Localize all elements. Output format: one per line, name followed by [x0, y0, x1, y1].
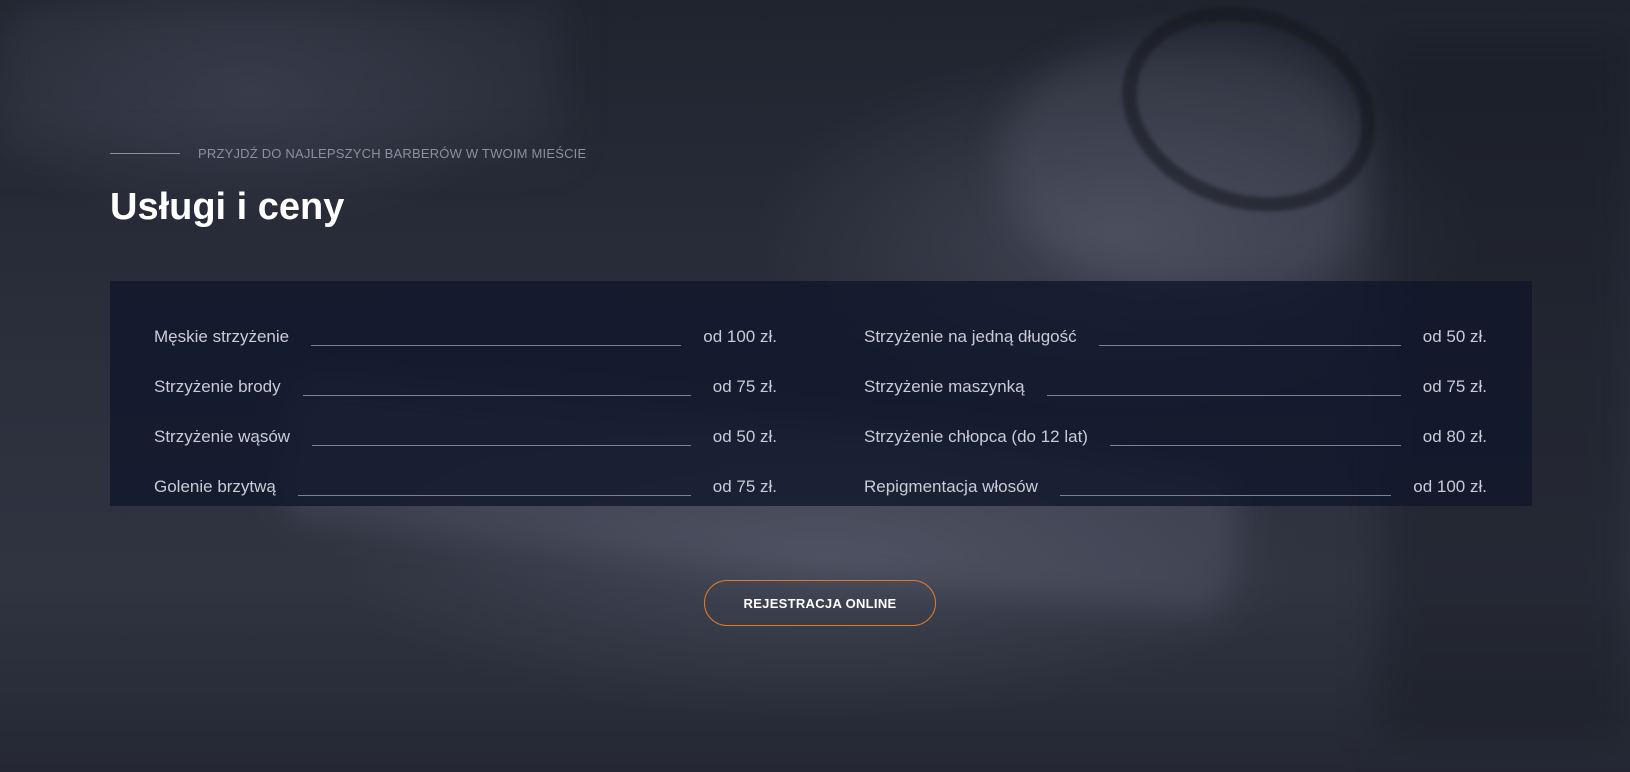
background-hand-shape: [1000, 40, 1360, 290]
service-price: od 80 zł.: [1422, 427, 1487, 446]
leader-line: [302, 395, 691, 396]
price-list-panel: Męskie strzyżenie od 100 zł. Strzyżenie …: [110, 281, 1532, 506]
leader-line: [1098, 345, 1401, 346]
service-name: Strzyżenie maszynką: [864, 377, 1025, 396]
price-column-left: Męskie strzyżenie od 100 zł. Strzyżenie …: [154, 311, 777, 511]
price-column-right: Strzyżenie na jedną długość od 50 zł. St…: [864, 311, 1487, 511]
leader-line: [1046, 395, 1401, 396]
service-name: Golenie brzytwą: [154, 477, 276, 496]
background-bracelet-shape: [1095, 0, 1403, 244]
leader-line: [312, 445, 691, 446]
leader-line: [297, 495, 691, 496]
service-name: Strzyżenie chłopca (do 12 lat): [864, 427, 1088, 446]
service-name: Repigmentacja włosów: [864, 477, 1038, 496]
service-price: od 75 zł.: [712, 377, 777, 396]
price-row: Męskie strzyżenie od 100 zł.: [154, 311, 777, 361]
service-name: Męskie strzyżenie: [154, 327, 290, 346]
section-title: Usługi i ceny: [110, 186, 345, 228]
eyebrow: PRZYJDŹ DO NAJLEPSZYCH BARBERÓW W TWOIM …: [110, 146, 586, 161]
price-row: Strzyżenie chłopca (do 12 lat) od 80 zł.: [864, 411, 1487, 461]
service-name: Strzyżenie brody: [154, 377, 281, 396]
price-row: Strzyżenie maszynką od 75 zł.: [864, 361, 1487, 411]
price-row: Strzyżenie na jedną długość od 50 zł.: [864, 311, 1487, 361]
service-price: od 100 zł.: [703, 327, 777, 346]
service-price: od 50 zł.: [712, 427, 777, 446]
price-row: Strzyżenie brody od 75 zł.: [154, 361, 777, 411]
leader-line: [1059, 495, 1392, 496]
eyebrow-text: PRZYJDŹ DO NAJLEPSZYCH BARBERÓW W TWOIM …: [198, 146, 587, 161]
online-registration-button[interactable]: REJESTRACJA ONLINE: [704, 580, 936, 626]
service-name: Strzyżenie na jedną długość: [864, 327, 1077, 346]
service-price: od 75 zł.: [1422, 377, 1487, 396]
leader-line: [1109, 445, 1401, 446]
price-row: Repigmentacja włosów od 100 zł.: [864, 461, 1487, 511]
services-hero-section: PRZYJDŹ DO NAJLEPSZYCH BARBERÓW W TWOIM …: [0, 0, 1630, 772]
price-row: Strzyżenie wąsów od 50 zł.: [154, 411, 777, 461]
background-photo-blur: [0, 0, 560, 150]
service-price: od 50 zł.: [1422, 327, 1487, 346]
service-price: od 100 zł.: [1413, 477, 1487, 496]
eyebrow-divider-line: [110, 153, 180, 154]
price-row: Golenie brzytwą od 75 zł.: [154, 461, 777, 511]
leader-line: [311, 345, 682, 346]
service-name: Strzyżenie wąsów: [154, 427, 291, 446]
service-price: od 75 zł.: [712, 477, 777, 496]
